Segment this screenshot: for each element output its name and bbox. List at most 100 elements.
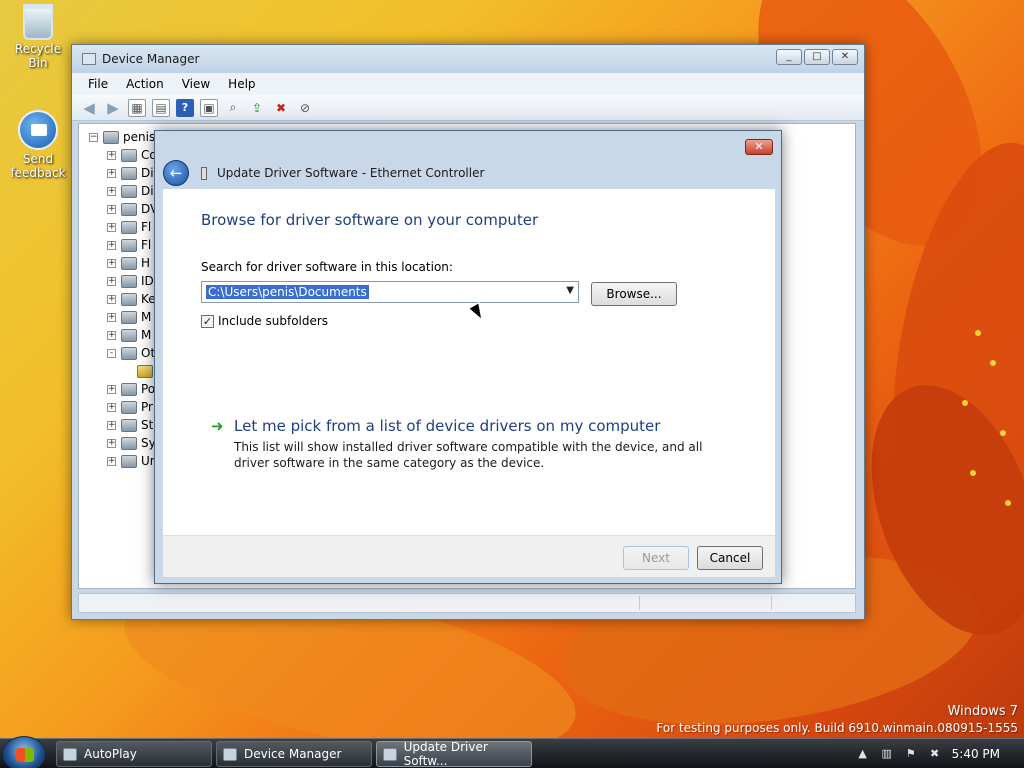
tree-item[interactable]: + Ke <box>107 290 158 308</box>
include-subfolders-label[interactable]: Include subfolders <box>218 314 328 328</box>
tree-item-child[interactable] <box>107 362 158 380</box>
tree-item[interactable]: + M <box>107 326 158 344</box>
taskbar-button-autoplay[interactable]: AutoPlay <box>56 741 212 767</box>
taskbar-button-update-driver[interactable]: Update Driver Softw... <box>376 740 532 768</box>
expand-icon[interactable]: + <box>107 150 116 160</box>
network-icon[interactable]: ▥ <box>880 747 894 761</box>
expand-icon[interactable]: + <box>107 384 116 394</box>
page-heading: Browse for driver software on your compu… <box>201 211 539 229</box>
back-arrow-icon[interactable]: ◀ <box>80 99 98 117</box>
chevron-down-icon[interactable]: ▼ <box>566 285 574 296</box>
device-category-icon <box>121 436 137 450</box>
tree-item[interactable]: + H <box>107 254 158 272</box>
desktop-icon-send-feedback[interactable]: Send feedback <box>6 110 70 180</box>
properties-icon[interactable]: ▦ <box>128 98 146 117</box>
view-icon[interactable]: ▣ <box>200 98 218 117</box>
tree-item[interactable]: + Po <box>107 380 158 398</box>
recycle-bin-icon <box>23 4 53 40</box>
menu-action[interactable]: Action <box>126 77 164 91</box>
clock[interactable]: 5:40 PM <box>952 747 1000 761</box>
status-divider <box>639 596 640 610</box>
tree-item-label: ID <box>141 274 154 288</box>
include-subfolders-row: ✓ Include subfolders <box>201 314 328 328</box>
tree-item[interactable]: + Fl <box>107 236 158 254</box>
expand-icon[interactable]: + <box>107 186 116 196</box>
menu-help[interactable]: Help <box>228 77 255 91</box>
menu-view[interactable]: View <box>182 77 210 91</box>
device-category-icon <box>121 310 137 324</box>
expand-icon[interactable]: + <box>107 330 116 340</box>
tree-item-label: Fl <box>141 220 152 234</box>
dialog-close-button[interactable]: ✕ <box>745 139 773 155</box>
tree-item[interactable]: + St <box>107 416 158 434</box>
expand-icon[interactable]: + <box>107 402 116 412</box>
expand-icon[interactable]: + <box>107 456 116 466</box>
device-manager-titlebar[interactable]: Device Manager _ □ ✕ <box>72 45 864 73</box>
maximize-button[interactable]: □ <box>804 49 830 65</box>
browse-button[interactable]: Browse... <box>591 282 677 306</box>
cancel-button[interactable]: Cancel <box>697 546 763 570</box>
feedback-icon <box>18 110 58 150</box>
tree-item[interactable]: + DV <box>107 200 158 218</box>
device-category-icon <box>121 166 137 180</box>
tree-item[interactable]: + Di <box>107 164 158 182</box>
taskbar-button-device-manager[interactable]: Device Manager <box>216 741 372 767</box>
expand-icon[interactable]: + <box>107 312 116 322</box>
disable-icon[interactable]: ⊘ <box>296 99 314 117</box>
pick-from-list-link[interactable]: Let me pick from a list of device driver… <box>234 417 660 435</box>
expand-icon[interactable]: + <box>107 240 116 250</box>
show-hidden-icons-icon[interactable]: ▲ <box>856 747 870 761</box>
menu-file[interactable]: File <box>88 77 108 91</box>
device-category-icon <box>121 400 137 414</box>
menu-bar: File Action View Help <box>72 73 864 95</box>
path-input-value[interactable]: C:\Users\penis\Documents <box>206 285 369 299</box>
tree-item[interactable]: + Sy <box>107 434 158 452</box>
status-bar <box>78 593 856 613</box>
collapse-icon[interactable]: − <box>89 132 98 142</box>
wallpaper-stamen <box>975 330 981 336</box>
expand-icon[interactable]: + <box>107 258 116 268</box>
scan-hardware-icon[interactable]: ⌕ <box>224 99 242 117</box>
tree-item[interactable]: + Di <box>107 182 158 200</box>
start-button[interactable] <box>2 736 46 768</box>
desktop-icon-recycle-bin[interactable]: Recycle Bin <box>6 4 70 70</box>
volume-muted-icon[interactable]: ✖ <box>928 747 942 761</box>
back-arrow-icon[interactable]: ← <box>163 160 189 186</box>
expand-icon[interactable]: + <box>107 294 116 304</box>
device-category-icon <box>121 328 137 342</box>
expand-icon[interactable]: + <box>107 438 116 448</box>
taskbar-button-label: Update Driver Softw... <box>403 740 488 768</box>
uninstall-icon[interactable]: ✖ <box>272 99 290 117</box>
expand-icon[interactable]: + <box>107 204 116 214</box>
tree-item[interactable]: - Ot <box>107 344 158 362</box>
other-devices-icon <box>121 346 137 360</box>
close-button[interactable]: ✕ <box>832 49 858 65</box>
help-icon[interactable]: ? <box>176 98 194 117</box>
computer-icon <box>103 130 119 144</box>
device-category-icon <box>121 256 137 270</box>
tree-item[interactable]: + Ur <box>107 452 158 470</box>
tree-item[interactable]: + M <box>107 308 158 326</box>
forward-arrow-icon[interactable]: ▶ <box>104 99 122 117</box>
expand-icon[interactable]: + <box>107 276 116 286</box>
expand-icon[interactable]: + <box>107 420 116 430</box>
tree-item[interactable]: + ID <box>107 272 158 290</box>
tree-root[interactable]: − penis <box>89 128 158 146</box>
tree-item[interactable]: + Fl <box>107 218 158 236</box>
autoplay-icon <box>63 747 77 761</box>
collapse-icon[interactable]: - <box>107 348 116 358</box>
next-button[interactable]: Next <box>623 546 689 570</box>
path-combobox[interactable]: C:\Users\penis\Documents ▼ <box>201 281 579 303</box>
desktop-icon-label: Recycle Bin <box>14 42 62 70</box>
device-tree: − penis + Co + Di + Di + DV + Fl + Fl + H + ID +… <box>89 128 158 470</box>
expand-icon[interactable]: + <box>107 168 116 178</box>
minimize-button[interactable]: _ <box>776 49 802 65</box>
tree-item[interactable]: + Pr <box>107 398 158 416</box>
action-center-flag-icon[interactable]: ⚑ <box>904 747 918 761</box>
update-driver-icon[interactable]: ⇪ <box>248 99 266 117</box>
expand-icon[interactable]: + <box>107 222 116 232</box>
include-subfolders-checkbox[interactable]: ✓ <box>201 314 214 328</box>
search-location-label: Search for driver software in this locat… <box>201 260 453 274</box>
show-hide-icon[interactable]: ▤ <box>152 98 170 117</box>
tree-item[interactable]: + Co <box>107 146 158 164</box>
